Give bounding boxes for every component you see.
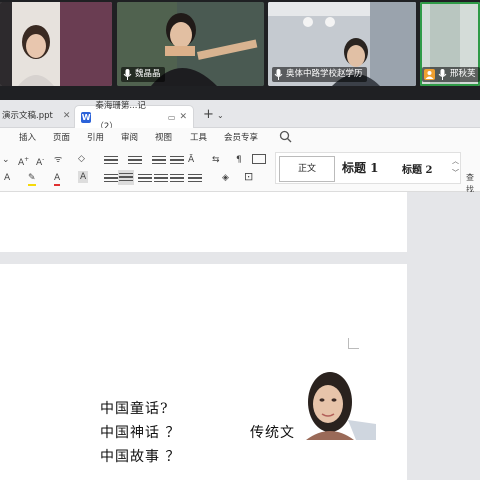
participant-tile-active-speaker[interactable]: 邢秋芙 [420, 2, 480, 86]
document-text-line: 中国神话 ？ [100, 425, 181, 441]
document-text-line: 中国故事 ？ [100, 449, 181, 465]
change-case-icon[interactable]: ᯤ [54, 154, 62, 166]
menu-review[interactable]: 审阅 [121, 131, 138, 145]
participant-name-badge: 邢秋芙 [422, 67, 480, 82]
shading-fill-icon[interactable]: ◈ [222, 172, 229, 184]
menu-references[interactable]: 引用 [87, 131, 104, 145]
font-color-icon[interactable]: A [54, 172, 61, 186]
shrink-font-icon[interactable]: A- [36, 154, 44, 169]
tab-title: 演示文稿.ppt [2, 111, 53, 121]
justify-icon[interactable] [154, 172, 168, 184]
tab-presentation[interactable]: 演示文稿.ppt ✕ [0, 105, 76, 128]
participant-tile[interactable]: 奥体中路学校赵学历 [268, 2, 416, 86]
document-page-previous[interactable] [0, 192, 407, 252]
style-heading-2[interactable]: 标题 2 [402, 161, 432, 176]
dropdown-arrow-icon[interactable]: ⌄ [2, 154, 10, 166]
show-marks-icon[interactable]: ¶ [236, 154, 242, 166]
participant-name: 邢秋芙 [450, 69, 476, 79]
clear-format-icon[interactable]: ◇ [78, 153, 85, 165]
document-tab-bar: 演示文稿.ppt ✕ W 秦海珊第...记（2） ▭ ✕ + ⌄ [0, 100, 480, 132]
grow-font-icon[interactable]: A+ [18, 154, 29, 169]
microphone-icon [274, 69, 283, 80]
style-gallery-scroll[interactable]: ︿ ﹀ [452, 155, 459, 179]
text-effect-icon[interactable]: A [4, 172, 10, 184]
presenter-video-overlay[interactable] [296, 364, 376, 440]
distribute-icon[interactable] [170, 172, 184, 184]
participant-video [0, 2, 112, 86]
menu-view[interactable]: 视图 [155, 131, 172, 145]
participant-name-badge: 魏晶晶 [121, 67, 165, 82]
chevron-down-icon[interactable]: ⌄ [217, 108, 224, 124]
ribbon-menu-bar: 插入 页面 引用 审阅 视图 工具 会员专享 [0, 128, 480, 148]
table-icon[interactable] [252, 154, 266, 164]
style-normal[interactable]: 正文 [279, 156, 335, 182]
document-side-text: 传统文 [250, 425, 295, 441]
close-icon[interactable]: ✕ [63, 106, 71, 127]
document-canvas[interactable]: 中国童话? 中国神话 ？ 中国故事 ？ 传统文 [0, 192, 480, 480]
monitor-icon[interactable]: ▭ [168, 107, 176, 128]
menu-member[interactable]: 会员专享 [224, 131, 258, 145]
participant-tile[interactable]: 魏晶晶 [117, 2, 264, 86]
presenter-video [306, 372, 376, 440]
participant-name: 魏晶晶 [135, 69, 161, 79]
formatting-toolbar: ⌄ A+ A- ᯤ ◇ Ā ⇆ ¶ A ✎ A A ◈ ⊡ 正文 标题 1 标题… [0, 148, 480, 194]
align-center-icon[interactable] [118, 170, 134, 185]
participant-tile-self[interactable] [0, 2, 112, 86]
line-spacing-icon[interactable] [188, 172, 202, 184]
style-gallery: 正文 标题 1 标题 2 [275, 152, 461, 184]
microphone-icon [438, 69, 447, 80]
highlight-icon[interactable]: ✎ [28, 172, 36, 186]
align-right-icon[interactable] [138, 172, 152, 184]
bullet-list-icon[interactable] [104, 154, 118, 166]
document-text-line: 中国童话? [100, 401, 169, 417]
writer-document-icon: W [81, 111, 92, 123]
microphone-icon [123, 69, 132, 80]
menu-tools[interactable]: 工具 [190, 131, 207, 145]
participant-name-badge: 奥体中路学校赵学历 [272, 67, 367, 82]
style-heading-1[interactable]: 标题 1 [342, 159, 379, 176]
search-icon[interactable] [279, 130, 292, 146]
participant-name: 奥体中路学校赵学历 [286, 69, 363, 79]
sort-icon[interactable]: ⇆ [212, 154, 220, 166]
tab-document-active[interactable]: W 秦海珊第...记（2） ▭ ✕ [74, 101, 194, 132]
close-icon[interactable]: ✕ [179, 107, 187, 128]
increase-indent-icon[interactable] [170, 154, 184, 166]
menu-page[interactable]: 页面 [53, 131, 70, 145]
video-strip: 魏晶晶 奥体中路学校赵学历 邢秋芙 [0, 0, 480, 100]
decrease-indent-icon[interactable] [152, 154, 166, 166]
char-shading-icon[interactable]: A [78, 171, 89, 183]
numbered-list-icon[interactable] [128, 154, 142, 166]
asian-layout-icon[interactable]: Ā [188, 154, 194, 166]
align-left-icon[interactable] [104, 172, 118, 184]
border-icon[interactable]: ⊡ [244, 171, 253, 183]
new-tab-button[interactable]: + [203, 106, 214, 124]
menu-insert[interactable]: 插入 [19, 131, 36, 145]
avatar-placeholder-icon [424, 69, 435, 80]
margin-corner-mark [348, 338, 359, 349]
